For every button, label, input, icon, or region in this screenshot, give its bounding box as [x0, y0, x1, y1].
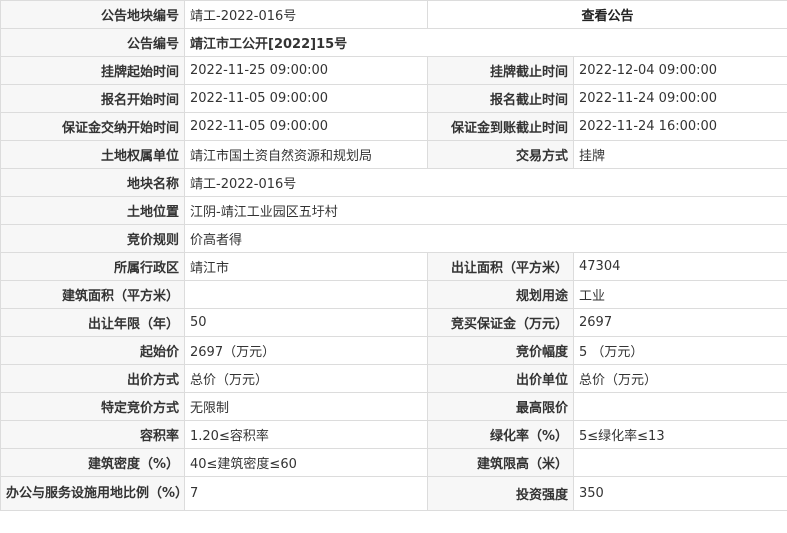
- field-value: 无限制: [184, 392, 428, 421]
- field-value: 1.20≤容积率: [184, 420, 428, 449]
- field-label: 保证金交纳开始时间: [0, 112, 185, 141]
- table-row: 保证金交纳开始时间 2022-11-05 09:00:00 保证金到账截止时间 202…: [0, 112, 787, 141]
- field-value: 2697: [572, 308, 787, 337]
- table-row: 出让年限（年） 50 竞买保证金（万元） 2697: [0, 308, 787, 337]
- field-label: 保证金到账截止时间: [427, 112, 574, 141]
- field-value: 2022-11-25 09:00:00: [184, 56, 428, 85]
- field-label: 挂牌截止时间: [427, 56, 574, 85]
- field-value: [184, 280, 428, 309]
- field-value: 5 （万元）: [572, 336, 787, 365]
- field-value: 2022-11-05 09:00:00: [184, 84, 428, 113]
- field-label: 报名开始时间: [0, 84, 185, 113]
- field-label: 出价方式: [0, 364, 185, 393]
- field-label: 办公与服务设施用地比例（%）: [0, 476, 185, 511]
- table-row: 所属行政区 靖江市 出让面积（平方米） 47304: [0, 252, 787, 281]
- field-value: 靖江市国土资自然资源和规划局: [184, 140, 428, 169]
- field-value: 靖江市工公开[2022]15号: [183, 28, 787, 57]
- table-row: 起始价 2697（万元） 竞价幅度 5 （万元）: [0, 336, 787, 365]
- field-label: 竞价规则: [0, 224, 185, 253]
- table-row: 土地权属单位 靖江市国土资自然资源和规划局 交易方式 挂牌: [0, 140, 787, 169]
- field-label: 建筑限高（米）: [427, 448, 574, 477]
- table-row: 建筑密度（%） 40≤建筑密度≤60 建筑限高（米）: [0, 448, 787, 477]
- table-row: 土地位置 江阴-靖江工业园区五圩村: [0, 196, 787, 225]
- field-value: 靖江市: [184, 252, 428, 281]
- field-value: 2022-11-24 09:00:00: [572, 84, 787, 113]
- field-label: 容积率: [0, 420, 185, 449]
- table-row: 公告编号 靖江市工公开[2022]15号: [0, 28, 787, 57]
- field-value: 2697（万元）: [184, 336, 428, 365]
- field-label: 建筑面积（平方米）: [0, 280, 185, 309]
- field-label: 地块名称: [0, 168, 185, 197]
- field-value: 350: [572, 476, 787, 511]
- field-label: 公告编号: [0, 28, 185, 57]
- field-label: 绿化率（%）: [427, 420, 574, 449]
- field-value: 总价（万元）: [572, 364, 787, 393]
- field-label: 交易方式: [427, 140, 574, 169]
- field-label: 土地位置: [0, 196, 185, 225]
- field-label: 所属行政区: [0, 252, 185, 281]
- table-row: 竞价规则 价高者得: [0, 224, 787, 253]
- table-row: 容积率 1.20≤容积率 绿化率（%） 5≤绿化率≤13: [0, 420, 787, 449]
- field-value: 靖工-2022-016号: [183, 168, 787, 197]
- field-label: 竞买保证金（万元）: [427, 308, 574, 337]
- table-row: 特定竞价方式 无限制 最高限价: [0, 392, 787, 421]
- field-value: [572, 448, 787, 477]
- field-label: 投资强度: [427, 476, 574, 511]
- view-notice-link[interactable]: 查看公告: [582, 9, 634, 24]
- field-label: 最高限价: [427, 392, 574, 421]
- field-label: 出让年限（年）: [0, 308, 185, 337]
- field-value: 江阴-靖江工业园区五圩村: [183, 196, 787, 225]
- field-label: 竞价幅度: [427, 336, 574, 365]
- table-row: 报名开始时间 2022-11-05 09:00:00 报名截止时间 2022-11-2…: [0, 84, 787, 113]
- table-row: 出价方式 总价（万元） 出价单位 总价（万元）: [0, 364, 787, 393]
- land-info-table: 公告地块编号 靖工-2022-016号 查看公告 公告编号 靖江市工公开[2022]15…: [0, 0, 787, 511]
- table-row: 公告地块编号 靖工-2022-016号 查看公告: [0, 0, 787, 29]
- field-value: 总价（万元）: [184, 364, 428, 393]
- field-value: 挂牌: [572, 140, 787, 169]
- land-info-body: 公告地块编号 靖工-2022-016号 查看公告 公告编号 靖江市工公开[2022]15…: [0, 0, 787, 511]
- field-value: 工业: [572, 280, 787, 309]
- field-value: 50: [184, 308, 428, 337]
- field-label: 特定竞价方式: [0, 392, 185, 421]
- table-row: 建筑面积（平方米） 规划用途 工业: [0, 280, 787, 309]
- field-value: 2022-11-05 09:00:00: [184, 112, 428, 141]
- table-row: 挂牌起始时间 2022-11-25 09:00:00 挂牌截止时间 2022-12-0…: [0, 56, 787, 85]
- field-label: 公告地块编号: [0, 0, 185, 29]
- field-value: 靖工-2022-016号: [184, 0, 428, 29]
- view-notice-cell: 查看公告: [426, 0, 787, 29]
- field-label: 土地权属单位: [0, 140, 185, 169]
- field-value: [572, 392, 787, 421]
- field-value: 5≤绿化率≤13: [572, 420, 787, 449]
- table-row: 地块名称 靖工-2022-016号: [0, 168, 787, 197]
- field-label: 报名截止时间: [427, 84, 574, 113]
- field-label: 出让面积（平方米）: [427, 252, 574, 281]
- field-value: 40≤建筑密度≤60: [184, 448, 428, 477]
- field-label: 出价单位: [427, 364, 574, 393]
- field-value: 价高者得: [183, 224, 787, 253]
- field-label: 挂牌起始时间: [0, 56, 185, 85]
- field-label: 起始价: [0, 336, 185, 365]
- field-label: 规划用途: [427, 280, 574, 309]
- field-label: 建筑密度（%）: [0, 448, 185, 477]
- field-value: 2022-12-04 09:00:00: [572, 56, 787, 85]
- field-value: 2022-11-24 16:00:00: [572, 112, 787, 141]
- table-row: 办公与服务设施用地比例（%） 7 投资强度 350: [0, 476, 787, 511]
- field-value: 7: [184, 476, 428, 511]
- field-value: 47304: [572, 252, 787, 281]
